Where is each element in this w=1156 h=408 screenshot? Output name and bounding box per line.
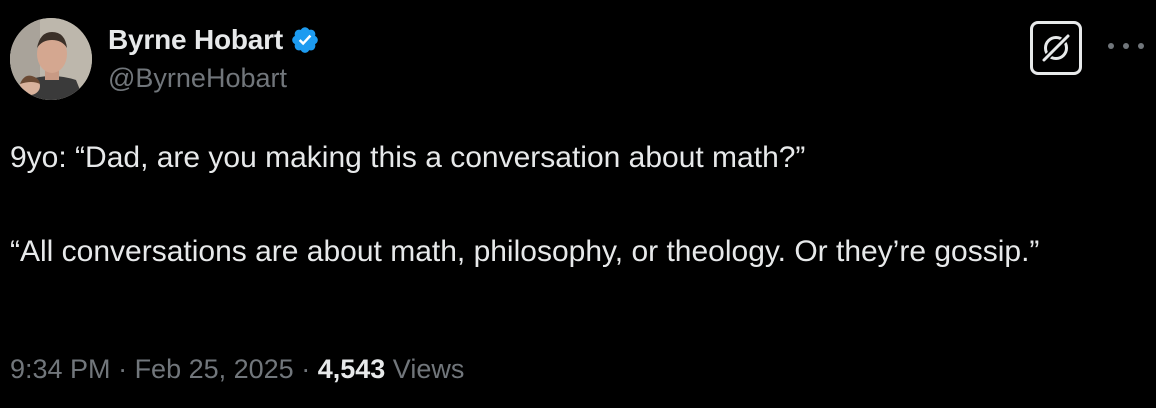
tweet-card: Byrne Hobart @ByrneHobart 9yo: “Dad, are… — [0, 0, 1156, 408]
avatar[interactable] — [10, 18, 92, 100]
tweet-text: 9yo: “Dad, are you making this a convers… — [10, 134, 1110, 275]
tweet-paragraph: 9yo: “Dad, are you making this a convers… — [10, 141, 806, 174]
tweet-time[interactable]: 9:34 PM — [10, 354, 111, 384]
more-options-icon[interactable] — [1108, 36, 1144, 56]
verified-badge-icon[interactable] — [290, 25, 320, 55]
more-dot — [1123, 43, 1129, 49]
tweet-paragraph: “All conversations are about math, philo… — [10, 235, 1040, 268]
avatar-photo — [10, 18, 92, 100]
meta-separator: · — [110, 354, 135, 384]
author-handle[interactable]: @ByrneHobart — [108, 63, 287, 94]
views-label: Views — [392, 354, 465, 384]
author-display-name[interactable]: Byrne Hobart — [108, 24, 283, 56]
grok-icon — [1042, 34, 1070, 62]
more-dot — [1108, 43, 1114, 49]
tweet-date[interactable]: Feb 25, 2025 — [135, 354, 294, 384]
grok-button[interactable] — [1030, 21, 1082, 75]
views-count: 4,543 — [317, 354, 386, 384]
author-name-row: Byrne Hobart — [108, 22, 320, 58]
meta-separator: · — [293, 354, 318, 384]
more-dot — [1138, 43, 1144, 49]
tweet-meta: 9:34 PM · Feb 25, 2025 · 4,543 Views — [10, 354, 464, 385]
